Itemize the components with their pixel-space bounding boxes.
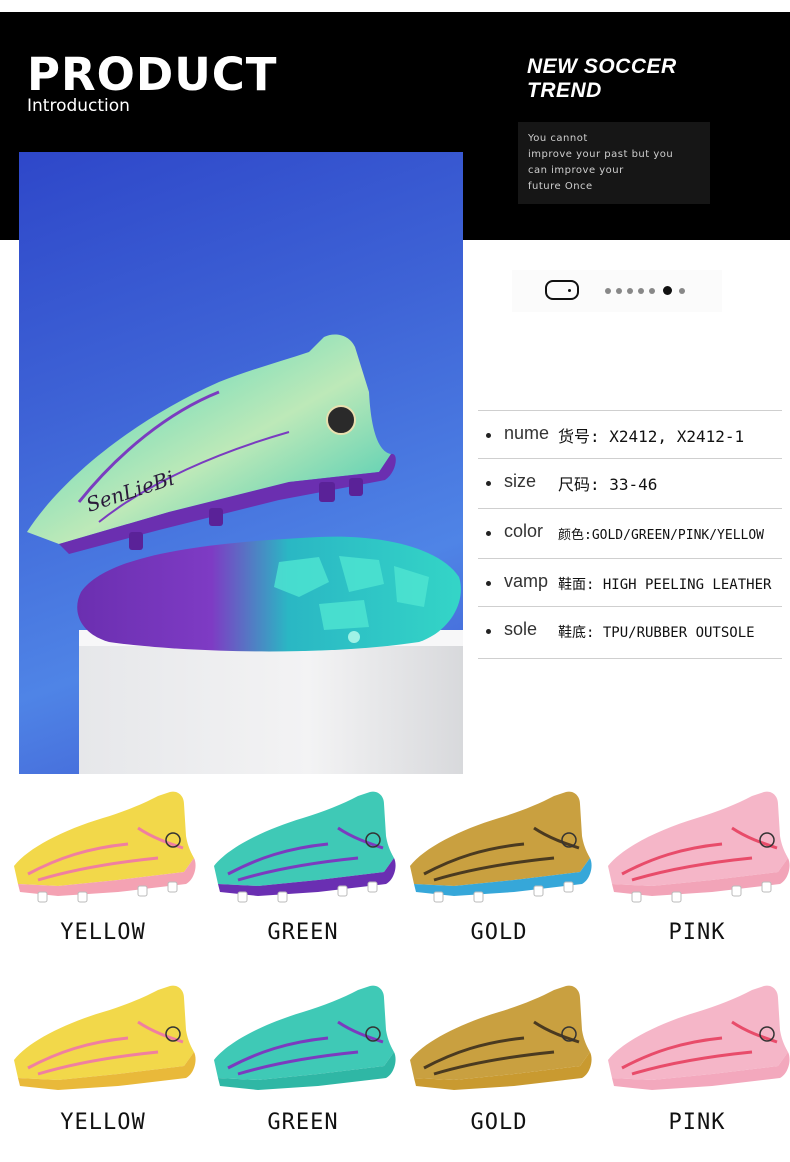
shoe-illustration — [214, 791, 396, 903]
spec-row-vamp: vamp 鞋面: HIGH PEELING LEATHER — [478, 558, 782, 607]
bullet — [486, 581, 491, 586]
shoe-stud — [277, 891, 288, 903]
quote-line: You cannot — [528, 133, 588, 144]
spec-label: size — [504, 471, 537, 491]
spec-label: vamp — [504, 571, 549, 591]
variant-label: GOLD — [470, 1110, 528, 1135]
shoe-upper — [14, 791, 194, 886]
spec-value: 货号: X2412, X2412-1 — [558, 427, 745, 446]
spec-row-sole: sole 鞋底: TPU/RUBBER OUTSOLE — [478, 606, 782, 655]
shoe-stud — [563, 881, 574, 893]
pager-dot[interactable] — [627, 288, 633, 294]
shoe-upper — [410, 985, 590, 1080]
shoe-stud — [473, 891, 484, 903]
page-title: PRODUCT — [27, 48, 278, 101]
shoe-upper — [214, 985, 394, 1080]
pager-dot[interactable] — [679, 288, 685, 294]
spec-value: 颜色:GOLD/GREEN/PINK/YELLOW — [558, 528, 765, 543]
variant-label: GREEN — [267, 1110, 339, 1135]
shoe-upper — [214, 791, 394, 886]
variant-image-pink[interactable] — [602, 982, 790, 1102]
variant-image-gold[interactable] — [404, 788, 594, 908]
variant-image-yellow[interactable] — [8, 788, 198, 908]
spec-label: color — [504, 521, 544, 541]
pager-dot[interactable] — [605, 288, 611, 294]
shoe-stud — [433, 891, 444, 903]
image-pager — [512, 270, 722, 312]
shoe-upper — [410, 791, 590, 886]
bullet — [486, 433, 491, 438]
shoe-stud — [367, 881, 378, 893]
shoe-stud — [631, 891, 642, 903]
shoe-illustration — [214, 985, 396, 1090]
variant-image-green[interactable] — [208, 982, 398, 1102]
bullet — [486, 481, 491, 486]
shoe-illustration — [410, 791, 592, 903]
spec-row-color: color 颜色:GOLD/GREEN/PINK/YELLOW — [478, 508, 782, 557]
variant-image-yellow[interactable] — [8, 982, 198, 1102]
variant-label: YELLOW — [60, 1110, 146, 1135]
page-subtitle: Introduction — [27, 96, 130, 116]
shoe-illustration — [14, 985, 196, 1090]
shoe-illustration — [608, 985, 790, 1090]
pager-dot[interactable] — [638, 288, 644, 294]
shoe-illustration — [608, 791, 790, 903]
hero-shoes-illustration: SenLieBi — [27, 334, 461, 652]
shoe-stud — [37, 891, 48, 903]
trend-heading: NEW SOCCER TREND — [527, 55, 747, 103]
variant-image-pink[interactable] — [602, 788, 790, 908]
shoe-illustration — [410, 985, 592, 1090]
spec-divider — [478, 658, 782, 659]
spec-label: sole — [504, 619, 538, 639]
variant-label: PINK — [668, 1110, 726, 1135]
hero-product-image: SenLieBi — [19, 152, 463, 774]
spec-row-size: size 尺码: 33-46 — [478, 458, 782, 507]
trend-line-1: NEW SOCCER — [527, 55, 677, 78]
spec-label: nume — [504, 423, 550, 443]
quote-line: future Once — [528, 181, 593, 192]
variant-image-green[interactable] — [208, 788, 398, 908]
shoe-stud — [137, 885, 148, 897]
pager-dot[interactable] — [649, 288, 655, 294]
pager-dot-active[interactable] — [663, 286, 672, 295]
variant-label: YELLOW — [60, 920, 146, 945]
quote-line: improve your past but you — [528, 149, 674, 160]
spec-row-nume: nume 货号: X2412, X2412-1 — [478, 410, 782, 459]
variant-label: GOLD — [470, 920, 528, 945]
bullet — [486, 629, 491, 634]
spec-value: 鞋面: HIGH PEELING LEATHER — [558, 577, 772, 593]
shoe-stud — [237, 891, 248, 903]
shoe-stud — [77, 891, 88, 903]
shoe-stud — [761, 881, 772, 893]
shoe-stud — [731, 885, 742, 897]
pager-toggle[interactable] — [545, 280, 579, 300]
spec-value: 尺码: 33-46 — [558, 475, 658, 494]
variant-label: GREEN — [267, 920, 339, 945]
shoe-stud — [533, 885, 544, 897]
pager-dot[interactable] — [616, 288, 622, 294]
variant-label: PINK — [668, 920, 726, 945]
quote-box: You cannot improve your past but you can… — [518, 122, 710, 204]
trend-line-2: TREND — [527, 79, 602, 102]
quote-line: can improve your — [528, 165, 624, 176]
quote-text: You cannot improve your past but you can… — [528, 131, 708, 195]
shoe-stud — [671, 891, 682, 903]
shoe-upper — [14, 985, 194, 1080]
variant-image-gold[interactable] — [404, 982, 594, 1102]
shoe-upper — [608, 791, 788, 886]
shoe-upper — [608, 985, 788, 1080]
shoe-stud — [337, 885, 348, 897]
shoe-stud — [167, 881, 178, 893]
spec-value: 鞋底: TPU/RUBBER OUTSOLE — [558, 625, 755, 641]
bullet — [486, 531, 491, 536]
shoe-illustration — [14, 791, 196, 903]
